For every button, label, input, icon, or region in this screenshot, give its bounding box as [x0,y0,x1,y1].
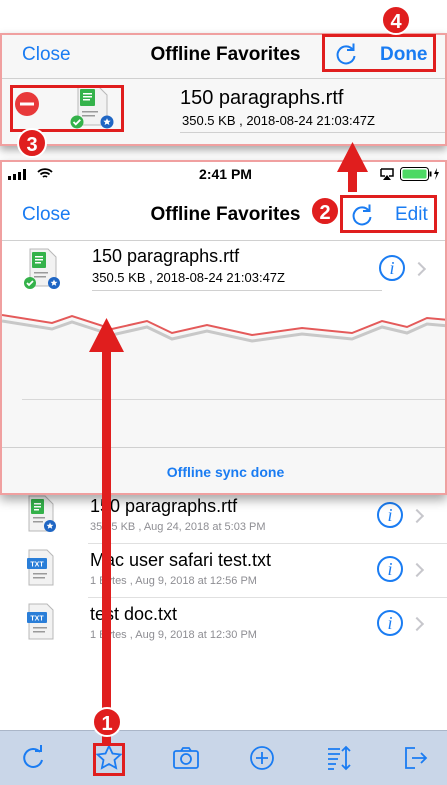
step-badge-4: 4 [381,5,411,35]
divider [180,132,445,133]
file-name: test doc.txt [90,604,178,624]
txt-file-icon: TXT [27,549,54,586]
list-item[interactable]: 150 paragraphs.rtf 350.5 KB , Aug 24, 20… [0,492,447,544]
file-meta: 1 Bytes , Aug 9, 2018 at 12:30 PM [90,629,257,641]
txt-badge-text: TXT [30,616,44,623]
step-badge-1: 1 [92,707,122,737]
list-item[interactable]: TXT test doc.txt 1 Bytes , Aug 9, 2018 a… [0,600,447,652]
sync-status-text: Offline sync done [166,464,285,480]
sync-footer: Offline sync done [2,448,445,493]
info-button[interactable]: i [377,610,403,636]
rtf-favorite-icon [28,495,56,532]
file-meta: 1 Bytes , Aug 9, 2018 at 12:56 PM [90,575,257,587]
highlight-star-box [93,743,125,776]
info-button[interactable]: i [377,556,403,582]
step-badge-3: 3 [17,128,47,158]
camera-icon[interactable] [171,743,201,773]
info-button[interactable]: i [379,255,405,281]
logout-icon[interactable] [400,743,430,773]
file-name: 150 paragraphs.rtf [90,496,238,516]
chevron-right-icon [409,508,425,524]
refresh-icon[interactable] [18,743,48,773]
divider [2,78,445,79]
rtf-favorite-icon [24,248,60,289]
divider [88,597,447,598]
status-bar: 2:41 PM [2,162,445,186]
chevron-right-icon [409,616,425,632]
chevron-right-icon [409,562,425,578]
step-badge-2: 2 [310,196,340,226]
highlight-delete-box [10,85,124,132]
sort-icon[interactable] [323,743,353,773]
info-button[interactable]: i [377,502,403,528]
list-item[interactable]: TXT Mac user safari test.txt 1 Bytes , A… [0,546,447,598]
battery-icon [400,167,439,181]
divider [92,290,382,291]
divider [2,240,445,241]
file-meta: 350.5 KB , Aug 24, 2018 at 5:03 PM [90,521,266,533]
chevron-right-icon [411,261,427,277]
divider [22,399,445,400]
file-list: 150 paragraphs.rtf 350.5 KB , Aug 24, 20… [0,490,447,730]
torn-edge [2,314,445,353]
file-name: 150 paragraphs.rtf [180,87,344,109]
file-meta: 350.5 KB , 2018-08-24 21:03:47Z [182,113,375,128]
add-icon[interactable] [247,743,277,773]
highlight-edit-box [340,195,437,233]
txt-badge-text: TXT [30,562,44,569]
file-name: Mac user safari test.txt [90,550,272,570]
airplay-icon [380,168,394,180]
file-meta: 350.5 KB , 2018-08-24 21:03:47Z [92,270,285,285]
file-name: 150 paragraphs.rtf [92,246,240,266]
divider [88,543,447,544]
txt-file-icon: TXT [27,603,54,640]
highlight-done-box [322,34,436,72]
bottom-toolbar [0,730,447,785]
